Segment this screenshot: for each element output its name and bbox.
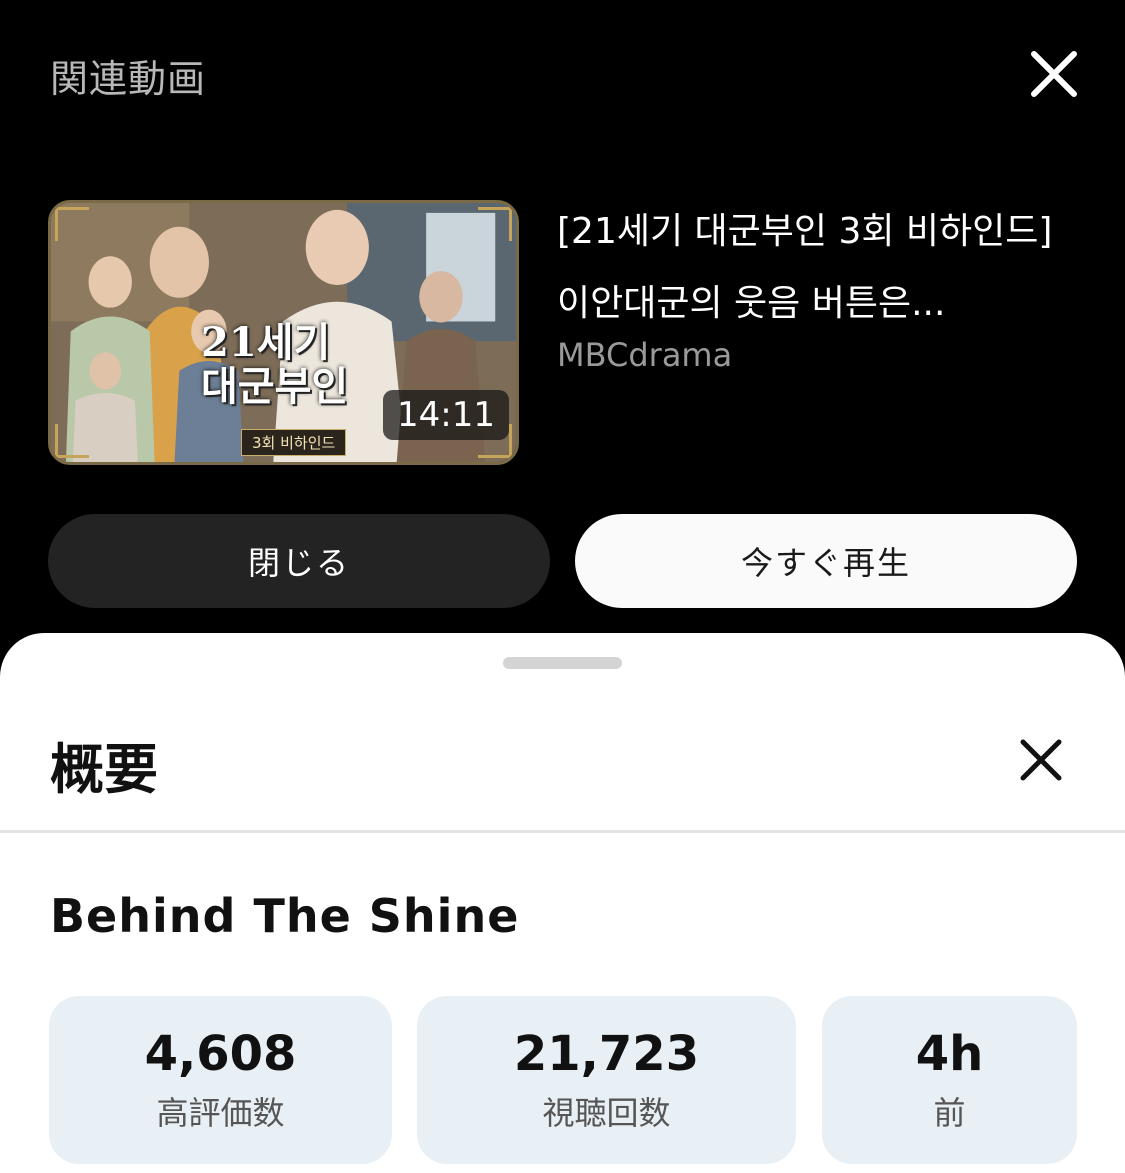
description-title: Behind The Shine (50, 889, 520, 943)
related-video-screen: 関連動画 21세기 대군부인 3회 비하인드 14:11 [21세기 대군부인 … (0, 0, 1125, 1173)
views-label: 視聴回数 (542, 1094, 671, 1132)
likes-value: 4,608 (144, 1026, 297, 1082)
close-button[interactable]: 閉じる (48, 514, 550, 608)
upload-time-stat: 4h 前 (822, 996, 1077, 1164)
upload-time-value: 4h (915, 1026, 984, 1082)
sheet-title: 概要 (50, 738, 158, 801)
sheet-divider (0, 830, 1125, 833)
overlay-title: 関連動画 (50, 57, 207, 101)
likes-stat: 4,608 高評価数 (49, 996, 392, 1164)
video-title[interactable]: [21세기 대군부인 3회 비하인드] 이안대군의 웃음 버튼은... (557, 196, 1057, 340)
views-value: 21,723 (513, 1026, 700, 1082)
corner-ornament (55, 424, 89, 458)
upload-time-label: 前 (933, 1094, 966, 1132)
sheet-drag-handle[interactable] (503, 657, 622, 669)
duration-badge: 14:11 (383, 390, 509, 440)
description-sheet: 概要 Behind The Shine 4,608 高評価数 21,723 視聴… (0, 633, 1125, 1173)
channel-name[interactable]: MBCdrama (557, 336, 732, 374)
corner-ornament (478, 207, 512, 241)
sheet-close-icon[interactable] (1016, 735, 1066, 785)
thumbnail-logo: 21세기 대군부인 (201, 319, 349, 410)
views-stat: 21,723 視聴回数 (417, 996, 796, 1164)
corner-ornament (55, 207, 89, 241)
video-thumbnail[interactable]: 21세기 대군부인 3회 비하인드 14:11 (48, 200, 519, 465)
close-icon[interactable] (1026, 46, 1082, 102)
likes-label: 高評価数 (156, 1094, 285, 1132)
thumbnail-episode-tag: 3회 비하인드 (241, 429, 347, 456)
play-now-button[interactable]: 今すぐ再生 (575, 514, 1077, 608)
